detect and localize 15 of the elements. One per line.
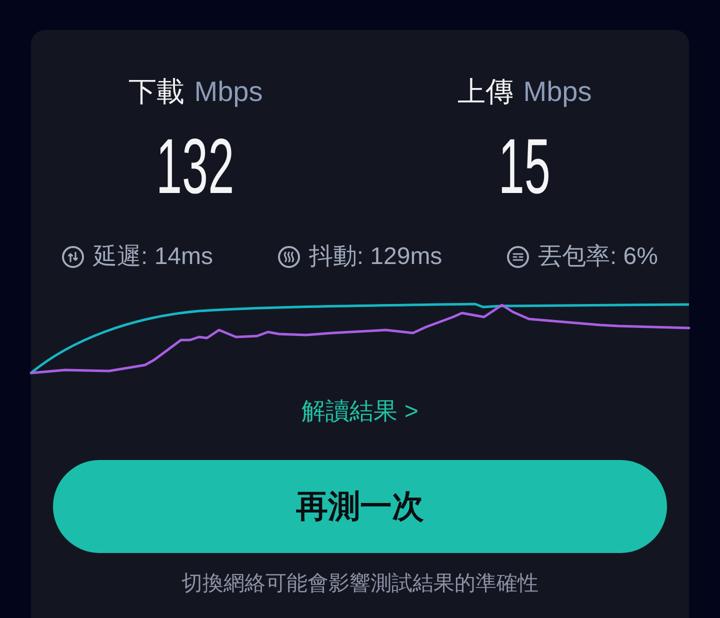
interpret-results-link[interactable]: 解讀結果 > [302, 397, 418, 427]
speed-value: 15 [498, 127, 551, 205]
metric-text: 抖動: 129ms [308, 242, 442, 272]
up-down-arrows-icon [62, 246, 84, 268]
speed-value: 132 [156, 127, 235, 205]
metric-text: 丟包率: 6% [538, 242, 658, 272]
unit-label: Mbps [523, 75, 592, 109]
result-label: 上傳 [457, 75, 514, 109]
wavy-lines-icon [278, 246, 300, 268]
metric-text: 延遲: 14ms [93, 242, 214, 272]
network-note: 切換網絡可能會影響測試結果的準確性 [180, 571, 540, 597]
unit-label: Mbps [194, 75, 263, 109]
retest-button[interactable]: 再測一次 [53, 460, 667, 553]
dashed-lines-icon [506, 246, 529, 268]
result-label: 下載 [128, 75, 184, 109]
